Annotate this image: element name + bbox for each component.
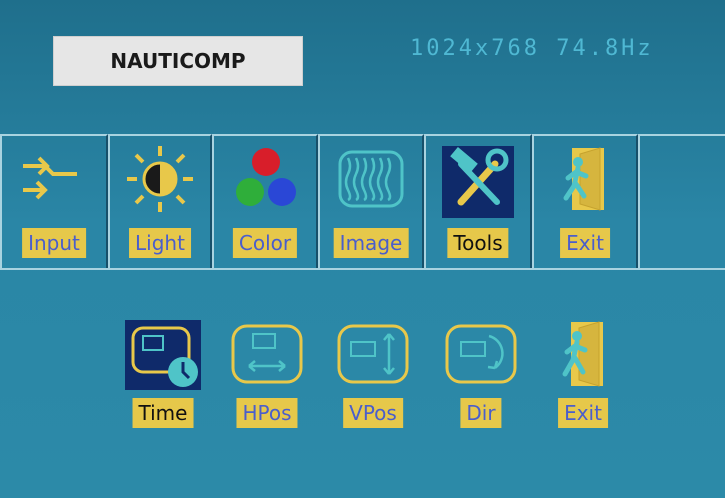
input-arrows-icon	[23, 156, 77, 200]
exit-door-icon	[562, 321, 603, 387]
exit-door-icon	[563, 147, 604, 211]
sub-label-vpos: VPos	[343, 398, 403, 428]
resolution-readout: 1024x768 74.8Hz	[410, 36, 654, 61]
tab-label-tools: Tools	[447, 228, 509, 258]
sub-label-hpos: HPos	[236, 398, 298, 428]
tab-image[interactable]: Image	[318, 134, 424, 268]
sub-item-exit[interactable]: Exit	[538, 320, 628, 428]
tab-label-exit: Exit	[560, 228, 610, 258]
sub-label-exit: Exit	[558, 398, 608, 428]
sub-item-hpos[interactable]: HPos	[222, 320, 312, 428]
brightness-sun-icon	[127, 146, 193, 212]
wave-image-icon	[338, 150, 404, 208]
tools-hammer-wrench-icon	[450, 147, 509, 206]
rgb-circles-icon	[236, 148, 296, 206]
rotation-direction-icon	[445, 324, 517, 384]
sub-item-dir[interactable]: Dir	[436, 320, 526, 428]
horizontal-position-icon	[231, 324, 303, 384]
tab-empty-slot	[638, 134, 725, 268]
sub-item-vpos[interactable]: VPos	[328, 320, 418, 428]
tab-divider-line	[0, 268, 725, 270]
tab-label-image: Image	[333, 228, 409, 258]
tab-input[interactable]: Input	[0, 134, 108, 268]
osd-screen: NAUTICOMP 1024x768 74.8Hz Input Light Co…	[0, 0, 725, 498]
brand-logo: NAUTICOMP	[53, 36, 303, 86]
tab-label-color: Color	[232, 228, 298, 258]
vertical-position-icon	[337, 324, 409, 384]
logo-text: NAUTICOMP	[110, 49, 246, 73]
tab-tools[interactable]: Tools	[424, 134, 532, 268]
tab-exit[interactable]: Exit	[532, 134, 638, 268]
tab-label-input: Input	[22, 228, 86, 258]
tab-label-light: Light	[129, 228, 191, 258]
timer-clock-icon	[125, 320, 201, 390]
sub-item-time[interactable]: Time	[118, 320, 208, 428]
sub-label-dir: Dir	[460, 398, 502, 428]
sub-label-time: Time	[132, 398, 194, 428]
tab-light[interactable]: Light	[108, 134, 212, 268]
tab-color[interactable]: Color	[212, 134, 318, 268]
